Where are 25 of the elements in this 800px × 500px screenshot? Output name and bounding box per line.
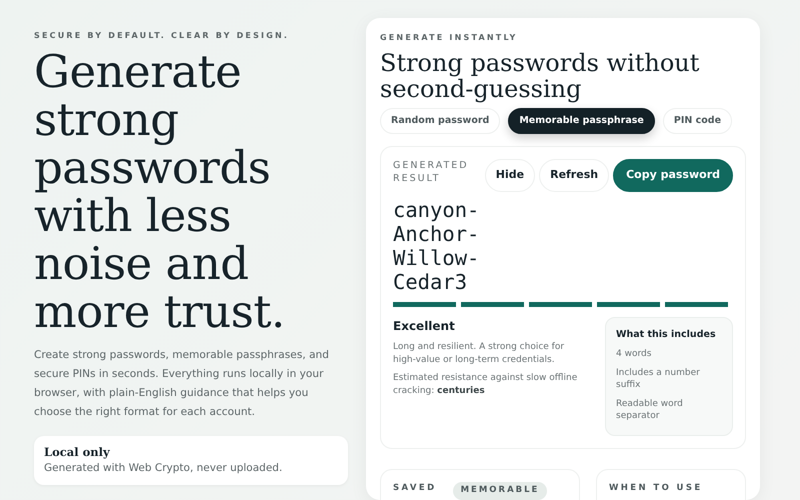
copy-button[interactable]: Copy password [613,159,733,192]
mode-tab[interactable]: Random password [380,108,500,134]
strength-summary: Long and resilient. A strong choice for high-value or long-term credentials. [393,340,566,367]
includes-item: 4 words [616,348,652,360]
panel-heading: Strong passwords without second-guessing [380,50,700,102]
result-label: GENERATED RESULT [393,159,470,186]
action-button[interactable]: Hide [484,159,536,192]
includes-item: Includes a number suffix [616,366,701,392]
password-text: canyon-Anchor-Willow-Cedar3 [393,198,480,294]
feature-title: Local only [44,444,111,461]
mode-tab[interactable]: Memorable passphrase [508,108,655,134]
includes-title: What this includes [616,328,717,342]
action-button[interactable]: Refresh [539,159,610,192]
strength-rating: Excellent [393,318,456,335]
eyebrow-text: SECURE BY DEFAULT. CLEAR BY DESIGN. [34,30,290,42]
mode-tab[interactable]: PIN code [662,108,732,134]
card-label: SAVED [393,482,437,494]
mode-badge: MEMORABLE [452,482,548,500]
card-label: WHEN TO USE [609,482,703,494]
eyebrow-text: GENERATE INSTANTLY [380,32,518,44]
feature-text: Generated with Web Crypto, never uploaded. [44,461,284,476]
hero-heading: Generate strong passwords with less noise and more trust. [34,48,286,336]
intro-paragraph: Create strong passwords, memorable passphrases, and secure PINs in seconds. Everything runs locally in your browser, with plain-English guidance that helps you choose the right format for each account. [34,348,330,420]
resistance-estimate: Estimated resistance against slow offline cracking: centuries [393,372,578,398]
includes-item: Readable word separator [616,398,684,422]
